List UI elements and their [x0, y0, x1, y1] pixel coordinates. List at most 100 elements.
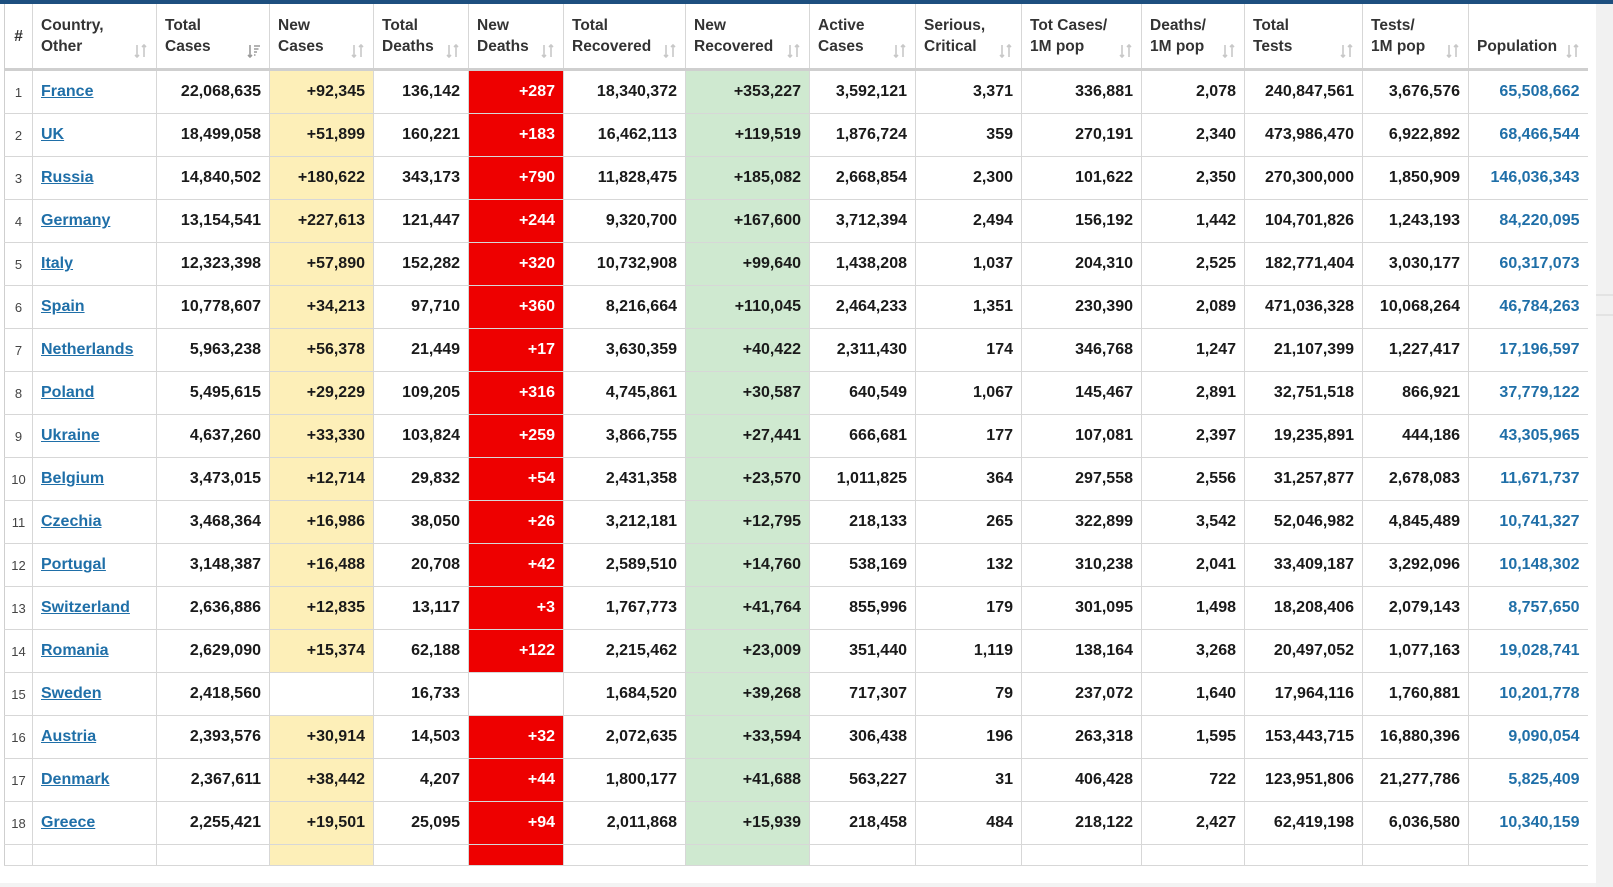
active-cases-cell: 717,307	[809, 672, 916, 716]
country-link[interactable]: Portugal	[41, 556, 106, 573]
new-cases-cell: +34,213	[269, 285, 374, 329]
sort-arrows-icon[interactable]	[1565, 44, 1580, 58]
total-recovered-cell: 3,866,755	[563, 414, 686, 458]
country-link[interactable]: Romania	[41, 642, 109, 659]
table-row: 16 Austria 2,393,576 +30,914 14,503 +32 2,072,…	[4, 715, 1588, 759]
partial-cell	[1141, 844, 1245, 866]
new-deaths-cell: +183	[468, 113, 564, 157]
country-link[interactable]: Germany	[41, 212, 110, 229]
table-row: 3 Russia 14,840,502 +180,622 343,173 +790 11,8…	[4, 156, 1588, 200]
country-link[interactable]: Ukraine	[41, 427, 100, 444]
row-index: 1	[4, 69, 33, 114]
sort-arrows-icon[interactable]	[1446, 44, 1460, 58]
header-label-line1: New	[278, 17, 310, 34]
col-tests-per-1m-header[interactable]: Tests/1M pop	[1362, 4, 1469, 71]
col-total-recovered-header[interactable]: Total Recovered	[563, 4, 686, 71]
country-link[interactable]: Czechia	[41, 513, 101, 530]
table-row: 15 Sweden 2,418,560 16,733 1,684,520 +39,268 7…	[4, 672, 1588, 716]
cases-per-1m-cell: 230,390	[1021, 285, 1142, 329]
total-recovered-cell: 2,431,358	[563, 457, 686, 501]
vertical-scrollbar[interactable]	[1596, 4, 1613, 887]
col-new-deaths-header[interactable]: New Deaths	[468, 4, 564, 71]
partial-cell	[1468, 844, 1588, 866]
header-label-line2: Recovered	[694, 38, 774, 55]
header-label-line2: Cases	[165, 38, 211, 55]
total-cases-cell: 3,473,015	[156, 457, 270, 501]
header-label-line1: Deaths/	[1150, 17, 1206, 34]
header-row: # Country, Other Total Cases New Cases Total Dea…	[4, 4, 1588, 71]
active-cases-cell: 218,458	[809, 801, 916, 845]
cases-per-1m-cell: 297,558	[1021, 457, 1142, 501]
new-cases-cell: +19,501	[269, 801, 374, 845]
country-link[interactable]: Austria	[41, 728, 96, 745]
sort-arrows-icon[interactable]	[999, 44, 1013, 58]
serious-critical-cell: 31	[915, 758, 1022, 802]
col-population-header[interactable]: Population	[1468, 4, 1588, 71]
country-link[interactable]: Poland	[41, 384, 94, 401]
tests-per-1m-cell: 10,068,264	[1362, 285, 1469, 329]
sort-arrows-icon[interactable]	[351, 44, 365, 58]
header-label-line2: Cases	[278, 38, 324, 55]
sort-arrows-icon[interactable]	[134, 44, 148, 58]
country-link[interactable]: Spain	[41, 298, 85, 315]
total-recovered-cell: 9,320,700	[563, 199, 686, 243]
sort-arrows-icon[interactable]	[1119, 44, 1133, 58]
sort-arrows-icon[interactable]	[1340, 44, 1354, 58]
sort-arrows-icon[interactable]	[1222, 44, 1236, 58]
country-link[interactable]: Sweden	[41, 685, 101, 702]
col-serious-critical-header[interactable]: Serious, Critical	[915, 4, 1022, 71]
sort-arrows-icon[interactable]	[446, 44, 460, 58]
sort-arrows-icon[interactable]	[787, 44, 801, 58]
total-deaths-cell: 13,117	[373, 586, 469, 630]
col-new-recovered-header[interactable]: New Recovered	[685, 4, 810, 71]
new-deaths-cell: +42	[468, 543, 564, 587]
col-country-header[interactable]: Country, Other	[32, 4, 157, 71]
country-link[interactable]: France	[41, 83, 93, 100]
col-total-cases-header[interactable]: Total Cases	[156, 4, 270, 71]
total-tests-cell: 182,771,404	[1244, 242, 1363, 286]
header-label-line2: Population	[1477, 38, 1558, 55]
col-deaths-per-1m-header[interactable]: Deaths/1M pop	[1141, 4, 1245, 71]
total-deaths-cell: 4,207	[373, 758, 469, 802]
col-total-deaths-header[interactable]: Total Deaths	[373, 4, 469, 71]
new-deaths-cell: +44	[468, 758, 564, 802]
total-deaths-cell: 25,095	[373, 801, 469, 845]
new-deaths-cell: +287	[468, 69, 564, 114]
total-deaths-cell: 20,708	[373, 543, 469, 587]
country-link[interactable]: Greece	[41, 814, 95, 831]
col-active-cases-header[interactable]: Active Cases	[809, 4, 916, 71]
population-cell: 10,201,778	[1468, 672, 1588, 716]
serious-critical-cell: 484	[915, 801, 1022, 845]
country-link[interactable]: Italy	[41, 255, 73, 272]
deaths-per-1m-cell: 2,427	[1141, 801, 1245, 845]
country-link[interactable]: Belgium	[41, 470, 104, 487]
horizontal-scrollbar[interactable]	[0, 883, 1596, 887]
country-link[interactable]: Denmark	[41, 771, 109, 788]
total-tests-cell: 31,257,877	[1244, 457, 1363, 501]
active-cases-cell: 2,668,854	[809, 156, 916, 200]
cases-per-1m-cell: 218,122	[1021, 801, 1142, 845]
deaths-per-1m-cell: 2,556	[1141, 457, 1245, 501]
total-tests-cell: 19,235,891	[1244, 414, 1363, 458]
sort-arrows-icon[interactable]	[893, 44, 907, 58]
country-link[interactable]: Switzerland	[41, 599, 130, 616]
sort-arrows-icon[interactable]	[663, 44, 677, 58]
new-recovered-cell: +99,640	[685, 242, 810, 286]
country-link[interactable]: UK	[41, 126, 64, 143]
country-link[interactable]: Russia	[41, 169, 93, 186]
sort-arrows-icon[interactable]	[541, 44, 555, 58]
header-label: #	[5, 26, 32, 47]
col-cases-per-1m-header[interactable]: Tot Cases/1M pop	[1021, 4, 1142, 71]
row-index: 18	[4, 801, 33, 845]
col-total-tests-header[interactable]: Total Tests	[1244, 4, 1363, 71]
active-cases-cell: 3,592,121	[809, 69, 916, 114]
total-cases-cell: 2,418,560	[156, 672, 270, 716]
population-cell: 9,090,054	[1468, 715, 1588, 759]
country-link[interactable]: Netherlands	[41, 341, 133, 358]
col-new-cases-header[interactable]: New Cases	[269, 4, 374, 71]
row-index: 17	[4, 758, 33, 802]
sort-descending-icon[interactable]	[247, 44, 261, 58]
tests-per-1m-cell: 3,030,177	[1362, 242, 1469, 286]
new-recovered-cell: +110,045	[685, 285, 810, 329]
new-deaths-cell: +316	[468, 371, 564, 415]
